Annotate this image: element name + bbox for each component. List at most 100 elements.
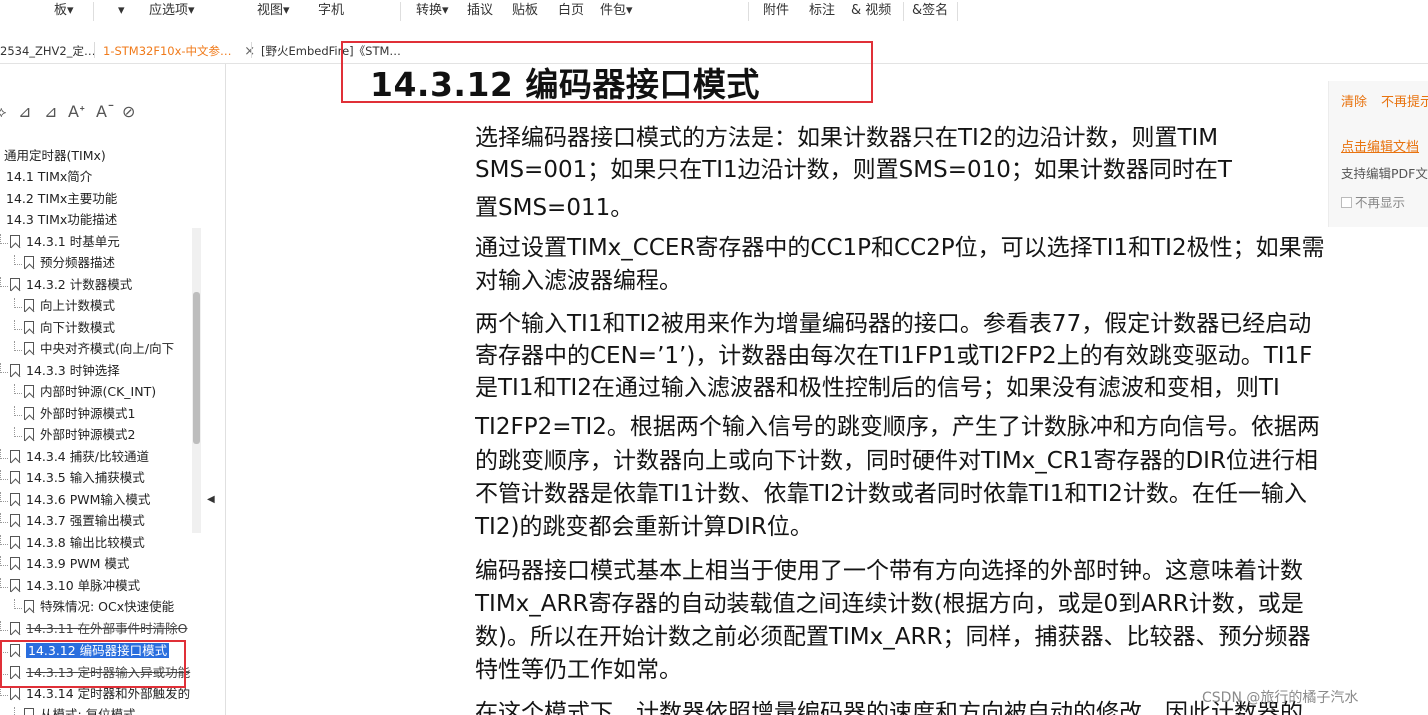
tab-doc-1[interactable]: 2534_ZHV2_定… bbox=[0, 40, 95, 62]
outline-item[interactable]: 14.3 TIMx功能描述 bbox=[6, 209, 198, 230]
bookmark-icon bbox=[24, 385, 34, 398]
outline-item-label: 14.3.8 输出比较模式 bbox=[26, 535, 145, 550]
toolbar-item-attach[interactable]: 附件 bbox=[763, 2, 789, 19]
tree-branch bbox=[0, 492, 8, 502]
outline-item[interactable]: 向下计数模式 bbox=[14, 317, 206, 338]
outline-item-label: 14.3.9 PWM 模式 bbox=[26, 556, 130, 571]
toolbar-item-annotate[interactable]: 标注 bbox=[809, 2, 835, 19]
support-edit-text: 支持编辑PDF文 bbox=[1341, 166, 1428, 181]
outline-item[interactable]: 14.3.5 输入捕获模式 bbox=[0, 467, 192, 488]
outline-item[interactable]: 14.3.6 PWM输入模式 bbox=[0, 489, 192, 510]
bookmark-icon bbox=[10, 471, 20, 484]
outline-item-label: 14.3.2 计数器模式 bbox=[26, 277, 133, 292]
no-more-hint-button[interactable]: 不再提示 bbox=[1381, 95, 1428, 111]
clear-button[interactable]: 清除 bbox=[1341, 95, 1367, 111]
tree-branch bbox=[0, 470, 8, 480]
toolbar-item-video[interactable]: & 视频 bbox=[851, 2, 891, 19]
edit-notice-panel: 清除 不再提示 点击编辑文档 支持编辑PDF文 不再显示 bbox=[1328, 81, 1428, 227]
document-text-line: TIMx_ARR寄存器的自动装载值之间连续计数(根据方向，或是0到ARR计数，或… bbox=[475, 591, 1304, 617]
outline-item[interactable]: 向上计数模式 bbox=[14, 295, 206, 316]
bookmark-icon bbox=[24, 299, 34, 312]
toolbar-dropdown[interactable]: ▾ bbox=[118, 2, 125, 19]
tree-branch bbox=[14, 427, 22, 437]
toolbar-item-convert[interactable]: 转换▾ bbox=[416, 2, 449, 19]
tab-doc-2[interactable]: 1-STM32F10x-中文参… × bbox=[103, 40, 255, 62]
outline-item[interactable]: 外部时钟源模式2 bbox=[14, 424, 206, 445]
toolbar-item-board[interactable]: 板▾ bbox=[54, 2, 74, 19]
outline-item[interactable]: 特殊情况: OCx快速使能 bbox=[14, 596, 206, 617]
document-text-line: SMS=001；如果只在TI1边沿计数，则置SMS=010；如果计数器同时在T bbox=[475, 157, 1232, 183]
csdn-watermark: CSDN @旅行的橘子汽水 bbox=[1202, 690, 1359, 706]
tab-label: 1-STM32F10x-中文参… bbox=[103, 44, 232, 58]
outline-item[interactable]: 14.3.8 输出比较模式 bbox=[0, 532, 192, 553]
tree-branch bbox=[14, 406, 22, 416]
toolbar-item-font[interactable]: 字机 bbox=[318, 2, 344, 19]
tree-branch bbox=[14, 255, 22, 265]
bookmark-icon bbox=[24, 600, 34, 613]
outline-scroll-thumb[interactable] bbox=[193, 292, 200, 444]
toolbar-divider bbox=[748, 2, 749, 21]
toolbar-item-options[interactable]: 应选项▾ bbox=[149, 2, 195, 19]
outline-item-label: 内部时钟源(CK_INT) bbox=[40, 384, 157, 399]
outline-item[interactable]: 外部时钟源模式1 bbox=[14, 403, 206, 424]
outline-item[interactable]: 14.3.11 在外部事件时清除O bbox=[0, 618, 192, 639]
outline-item-label: 外部时钟源模式2 bbox=[40, 427, 136, 442]
collapse-panel-icon[interactable]: ◀ bbox=[207, 494, 215, 505]
outline-item-label: 从模式: 复位模式 bbox=[40, 707, 136, 715]
tree-branch bbox=[0, 578, 8, 588]
outline-item[interactable]: 14.3.3 时钟选择 bbox=[0, 360, 192, 381]
close-icon[interactable]: × bbox=[244, 44, 255, 59]
tree-branch bbox=[0, 621, 8, 631]
outline-item-label: 14.3 TIMx功能描述 bbox=[6, 212, 118, 227]
outline-item[interactable]: 预分频器描述 bbox=[14, 252, 206, 273]
bookmark-icon bbox=[10, 557, 20, 570]
outline-item-label: 14.3.3 时钟选择 bbox=[26, 363, 120, 378]
dont-show-checkbox[interactable]: 不再显示 bbox=[1341, 195, 1405, 211]
outline-item[interactable]: 14.3.7 强置输出模式 bbox=[0, 510, 192, 531]
edit-document-link[interactable]: 点击编辑文档 bbox=[1341, 140, 1419, 156]
outline-item-label: 14.3.11 在外部事件时清除O bbox=[26, 621, 188, 636]
toolbar-item-paste[interactable]: 贴板 bbox=[512, 2, 538, 19]
toolbar-item-sign[interactable]: &签名 bbox=[912, 2, 948, 19]
tree-branch bbox=[0, 277, 8, 287]
tree-branch bbox=[14, 298, 22, 308]
checkbox-icon[interactable] bbox=[1341, 197, 1352, 208]
outline-item[interactable]: 14.3.9 PWM 模式 bbox=[0, 553, 192, 574]
toolbar-item-view[interactable]: 视图▾ bbox=[257, 2, 290, 19]
toolbar-item-package[interactable]: 件包▾ bbox=[600, 2, 633, 19]
bookmark-icon bbox=[24, 321, 34, 334]
expand-icon[interactable]: ⟡ bbox=[0, 102, 7, 122]
toolbar-item-insert[interactable]: 插议 bbox=[467, 2, 493, 19]
checkbox-label: 不再显示 bbox=[1355, 195, 1406, 210]
document-text-line: 不管计数器是依靠TI1计数、依靠TI2计数或者同时依靠TI1和TI2计数。在任一… bbox=[475, 481, 1307, 507]
outline-item[interactable]: 从模式: 复位模式 bbox=[14, 704, 206, 715]
bookmark-icon bbox=[10, 687, 20, 700]
bookmark-icon[interactable]: ⊿ bbox=[44, 102, 57, 122]
bookmark-settings-icon[interactable]: ⊘ bbox=[122, 102, 135, 122]
outline-item[interactable]: 中央对齐模式(向上/向下 bbox=[14, 338, 206, 359]
outline-item[interactable]: 内部时钟源(CK_INT) bbox=[14, 381, 206, 402]
tab-divider bbox=[94, 42, 95, 58]
tree-branch bbox=[14, 320, 22, 330]
document-text-line: 置SMS=011。 bbox=[475, 195, 634, 221]
document-text-line: 两个输入TI1和TI2被用来作为增量编码器的接口。参看表77，假定计数器已经启动 bbox=[475, 311, 1312, 337]
font-decrease-icon[interactable]: Aˉ bbox=[96, 102, 115, 122]
outline-item[interactable]: 通用定时器(TIMx) bbox=[4, 145, 196, 166]
toolbar-item-blank[interactable]: 白页 bbox=[558, 2, 584, 19]
font-increase-icon[interactable]: Aᐩ bbox=[68, 102, 85, 122]
outline-item[interactable]: 14.3.1 时基单元 bbox=[0, 231, 192, 252]
tab-divider bbox=[251, 42, 252, 58]
document-text-line: TI2)的跳变都会重新计算DIR位。 bbox=[475, 514, 813, 540]
bookmark-icon bbox=[10, 514, 20, 527]
document-text-line: 是TI1和TI2在通过输入滤波器和极性控制后的信号；如果没有滤波和变相，则TI bbox=[475, 375, 1280, 401]
outline-item[interactable]: 14.2 TIMx主要功能 bbox=[6, 188, 198, 209]
add-bookmark-icon[interactable]: ⊿ bbox=[18, 102, 31, 122]
outline-item[interactable]: 14.3.2 计数器模式 bbox=[0, 274, 192, 295]
outline-item-label: 向上计数模式 bbox=[40, 298, 116, 313]
outline-item[interactable]: 14.3.4 捕获/比较通道 bbox=[0, 446, 192, 467]
bookmark-icon bbox=[24, 342, 34, 355]
outline-item[interactable]: 14.1 TIMx简介 bbox=[6, 166, 198, 187]
tree-branch bbox=[0, 449, 8, 459]
outline-item[interactable]: 14.3.10 单脉冲模式 bbox=[0, 575, 192, 596]
outline-item-label: 14.3.6 PWM输入模式 bbox=[26, 492, 151, 507]
